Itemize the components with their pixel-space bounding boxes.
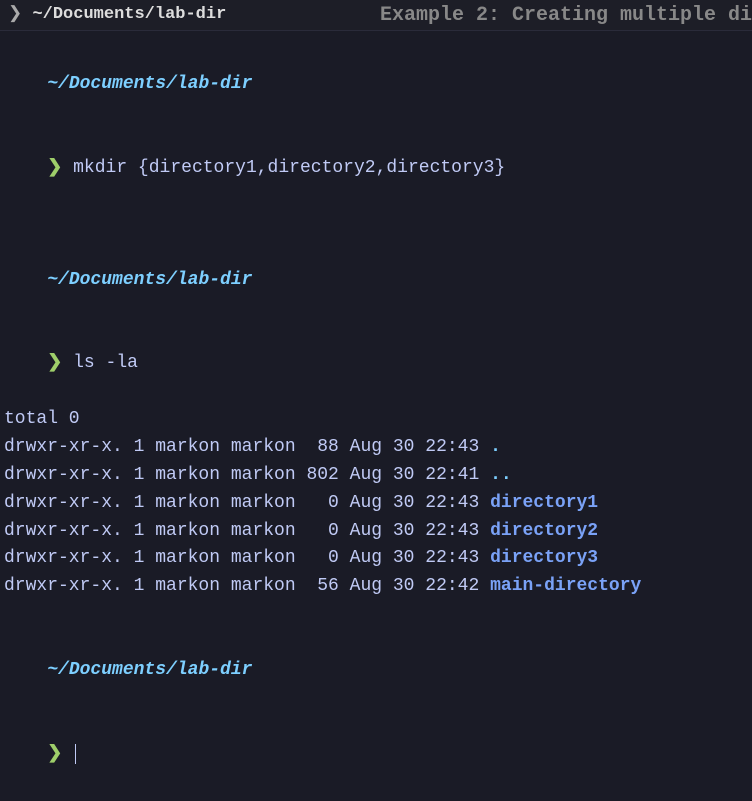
terminal-output-area[interactable]: ~/Documents/lab-dir ❯ mkdir {directory1,…	[0, 31, 752, 800]
cwd-path: ~/Documents/lab-dir	[47, 270, 252, 290]
ls-total-line: total 0	[4, 406, 748, 434]
background-text: Example 2: Creating multiple di	[380, 0, 752, 31]
file-name: main-directory	[490, 576, 641, 596]
command-line-1: ❯ mkdir {directory1,directory2,directory…	[4, 127, 748, 211]
ls-row: drwxr-xr-x. 1 markon markon 0 Aug 30 22:…	[4, 490, 748, 518]
title-prompt-char: ❯	[8, 5, 22, 24]
prompt-symbol: ❯	[47, 158, 62, 178]
cwd-path: ~/Documents/lab-dir	[47, 660, 252, 680]
file-name: ..	[490, 465, 512, 485]
file-name: directory1	[490, 493, 598, 513]
file-name: directory2	[490, 521, 598, 541]
ls-listing: drwxr-xr-x. 1 markon markon 88 Aug 30 22…	[4, 434, 748, 601]
active-prompt-line[interactable]: ❯	[4, 713, 748, 797]
ls-row: drwxr-xr-x. 1 markon markon 0 Aug 30 22:…	[4, 518, 748, 546]
title-path: ~/Documents/lab-dir	[32, 5, 226, 24]
cwd-line: ~/Documents/lab-dir	[4, 239, 748, 323]
ls-row: drwxr-xr-x. 1 markon markon 88 Aug 30 22…	[4, 434, 748, 462]
ls-row: drwxr-xr-x. 1 markon markon 0 Aug 30 22:…	[4, 545, 748, 573]
command-text: ls -la	[73, 353, 138, 373]
prompt-symbol: ❯	[47, 744, 62, 764]
ls-row: drwxr-xr-x. 1 markon markon 56 Aug 30 22…	[4, 573, 748, 601]
cwd-line: ~/Documents/lab-dir	[4, 629, 748, 713]
command-line-2: ❯ ls -la	[4, 322, 748, 406]
window-title-bar: Example 2: Creating multiple di ❯ ~/Docu…	[0, 0, 752, 31]
ls-row: drwxr-xr-x. 1 markon markon 802 Aug 30 2…	[4, 462, 748, 490]
cursor-icon	[75, 744, 76, 764]
file-name: .	[490, 437, 501, 457]
command-text: mkdir {directory1,directory2,directory3}	[73, 158, 505, 178]
cwd-line: ~/Documents/lab-dir	[4, 43, 748, 127]
cwd-path: ~/Documents/lab-dir	[47, 74, 252, 94]
prompt-symbol: ❯	[47, 353, 62, 373]
file-name: directory3	[490, 548, 598, 568]
